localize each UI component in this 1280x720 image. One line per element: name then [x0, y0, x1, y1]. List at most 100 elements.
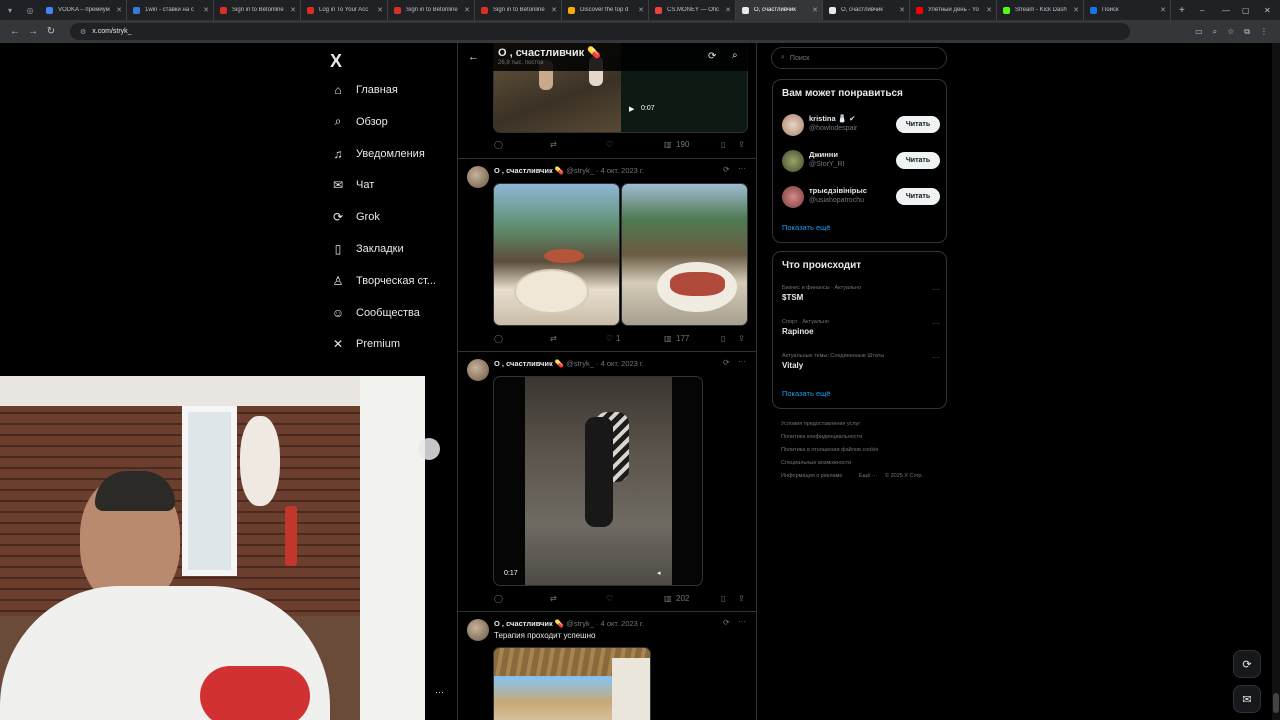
browser-tab[interactable]: О, счастливчик ✕: [823, 0, 910, 20]
like-icon[interactable]: ♡: [606, 594, 613, 603]
close-tab-icon[interactable]: ✕: [638, 6, 644, 14]
tweet-photo[interactable]: [493, 647, 651, 720]
close-tab-icon[interactable]: ✕: [290, 6, 296, 14]
close-tab-icon[interactable]: ✕: [203, 6, 209, 14]
mail-icon[interactable]: ✉: [1233, 685, 1261, 713]
nav-item[interactable]: ♙ Творческая ст...: [331, 274, 436, 288]
close-tab-icon[interactable]: ✕: [116, 6, 122, 14]
browser-tab[interactable]: Sign in to Betonline ✕: [475, 0, 562, 20]
close-window-button[interactable]: ✕: [1264, 0, 1271, 20]
nav-item[interactable]: ☺ Сообщества: [331, 306, 420, 320]
avatar[interactable]: [782, 150, 804, 172]
nav-item[interactable]: ⌂ Главная: [331, 83, 398, 97]
views-icon[interactable]: ▥: [664, 594, 672, 603]
author-handle[interactable]: @stryk_: [566, 619, 594, 628]
more-icon[interactable]: ···: [932, 285, 940, 294]
browser-tab[interactable]: Stream - Kick Dash ✕: [997, 0, 1084, 20]
author-name[interactable]: О , счастливчик 💊: [494, 619, 564, 628]
retweet-icon[interactable]: ⇄: [550, 334, 557, 343]
tweet-date[interactable]: 4 окт. 2023 г.: [601, 359, 644, 368]
avatar[interactable]: [467, 619, 489, 641]
trend-item[interactable]: Актуальные темы: Соединенные Штаты Vitaly…: [782, 353, 940, 370]
bookmark-icon[interactable]: ▯: [721, 140, 725, 149]
suggestion-name[interactable]: Джинни: [809, 150, 838, 159]
x-logo[interactable]: X: [330, 51, 342, 72]
search-input[interactable]: ⌕ Поиск: [771, 47, 947, 69]
tweet-photo-2[interactable]: [621, 183, 748, 326]
suggestion-item[interactable]: трыєдзівінірыс @usiahopatrochu Читать: [782, 184, 940, 210]
grok-icon[interactable]: ⟳: [723, 358, 730, 367]
follow-button[interactable]: Читать: [896, 188, 940, 205]
avatar[interactable]: [782, 114, 804, 136]
grok-icon[interactable]: ⟳: [723, 618, 730, 627]
avatar[interactable]: [467, 166, 489, 188]
scrollbar[interactable]: [1272, 43, 1280, 720]
close-tab-icon[interactable]: ✕: [899, 6, 905, 14]
like-icon[interactable]: ♡: [606, 334, 613, 343]
show-more-link[interactable]: Показать ещё: [782, 389, 830, 398]
new-tab-button[interactable]: +: [1179, 5, 1185, 16]
nav-item[interactable]: ✕ Premium: [331, 337, 400, 351]
maximize-button[interactable]: ▢: [1242, 0, 1250, 20]
more-icon[interactable]: ···: [932, 353, 940, 362]
footer-privacy[interactable]: Политика конфиденциальности: [781, 434, 862, 440]
follow-button[interactable]: Читать: [896, 116, 940, 133]
follow-button[interactable]: Читать: [896, 152, 940, 169]
forward-arrow-icon[interactable]: →: [24, 26, 42, 37]
footer-more[interactable]: Ещё ···: [859, 473, 877, 479]
site-info-icon[interactable]: ⚙: [80, 28, 86, 36]
like-icon[interactable]: ♡: [606, 140, 613, 149]
nav-item[interactable]: ♫ Уведомления: [331, 147, 425, 161]
trend-item[interactable]: Бизнес и финансы · Актуально $TSM ···: [782, 285, 940, 302]
browser-tab[interactable]: О, счастливчик ✕: [736, 0, 823, 20]
browser-tab[interactable]: Sign in to Betonline ✕: [214, 0, 301, 20]
nav-item[interactable]: ▯ Закладки: [331, 242, 404, 256]
footer-cookies[interactable]: Политика в отношении файлов cookie: [781, 447, 878, 453]
minimize-icon[interactable]: —: [1222, 0, 1230, 20]
more-icon[interactable]: ···: [932, 319, 940, 328]
tweet-video[interactable]: 0:17 ◂: [493, 376, 703, 586]
bookmark-icon[interactable]: ▯: [721, 334, 725, 343]
nav-item[interactable]: ⟳ Grok: [331, 210, 380, 224]
browser-tab[interactable]: Улетный день - Yo ✕: [910, 0, 997, 20]
share-icon[interactable]: ⇪: [738, 594, 745, 603]
close-tab-icon[interactable]: ✕: [377, 6, 383, 14]
author-handle[interactable]: @stryk_: [566, 166, 594, 175]
show-more-link[interactable]: Показать ещё: [782, 223, 830, 232]
more-icon[interactable]: ···: [435, 687, 444, 697]
retweet-icon[interactable]: ⇄: [550, 594, 557, 603]
reply-icon[interactable]: ◯: [494, 334, 503, 343]
browser-tab[interactable]: 1win - ставки на с ✕: [127, 0, 214, 20]
close-tab-icon[interactable]: ✕: [1160, 6, 1166, 14]
trend-item[interactable]: Спорт · Актуально Rapinoe ···: [782, 319, 940, 336]
star-icon[interactable]: ☆: [1227, 27, 1234, 37]
retweet-icon[interactable]: ⇄: [550, 140, 557, 149]
suggestion-name[interactable]: kristina 🧂 ✔: [809, 114, 855, 123]
author-handle[interactable]: @stryk_: [566, 359, 594, 368]
extensions-icon[interactable]: ⧉: [1244, 27, 1250, 37]
play-icon[interactable]: ▶: [629, 105, 634, 113]
reload-icon[interactable]: ↻: [42, 26, 60, 37]
browser-tab[interactable]: Sign in to Betonline ✕: [388, 0, 475, 20]
back-arrow-icon[interactable]: ←: [6, 26, 24, 37]
more-icon[interactable]: ···: [738, 164, 746, 173]
grok-icon[interactable]: ⟳: [1233, 650, 1261, 678]
reply-icon[interactable]: ◯: [494, 140, 503, 149]
close-tab-icon[interactable]: ✕: [725, 6, 731, 14]
search-icon[interactable]: ⌕: [732, 50, 738, 61]
browser-tab[interactable]: CS.MONEY — Ofic ✕: [649, 0, 736, 20]
close-tab-icon[interactable]: ✕: [812, 6, 818, 14]
nav-item[interactable]: ⌕ Обзор: [331, 114, 388, 129]
author-name[interactable]: О , счастливчик 💊: [494, 166, 564, 175]
close-tab-icon[interactable]: ✕: [551, 6, 557, 14]
more-icon[interactable]: ···: [738, 617, 746, 626]
avatar[interactable]: [782, 186, 804, 208]
share-icon[interactable]: ⇪: [738, 334, 745, 343]
suggestion-item[interactable]: Джинни @StorY_RI Читать: [782, 148, 940, 174]
views-icon[interactable]: ▥: [664, 140, 672, 149]
footer-ads[interactable]: Информация о рекламе: [781, 473, 842, 479]
avatar[interactable]: [467, 359, 489, 381]
back-arrow-icon[interactable]: ←: [468, 51, 479, 63]
tweet-photo-1[interactable]: [493, 183, 620, 326]
suggestion-item[interactable]: kristina 🧂 ✔ @howlndespair Читать: [782, 112, 940, 138]
